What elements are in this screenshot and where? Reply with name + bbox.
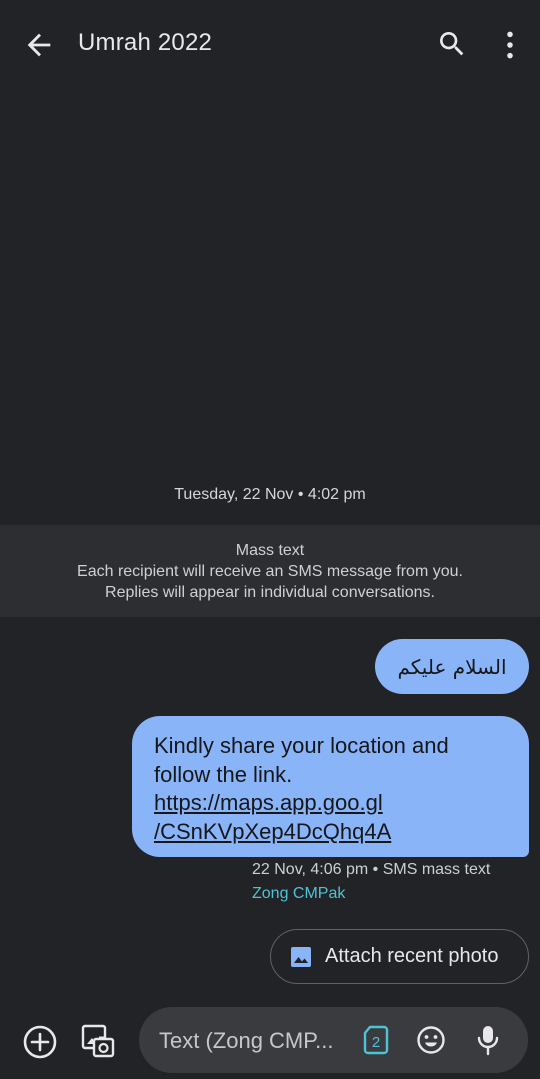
message-text: السلام علیکم bbox=[397, 654, 507, 679]
back-arrow-icon[interactable] bbox=[22, 28, 56, 62]
conversation-title: Umrah 2022 bbox=[78, 29, 213, 56]
more-options-icon[interactable] bbox=[497, 28, 523, 62]
message-text: follow the link. bbox=[154, 761, 293, 787]
mass-text-heading: Mass text bbox=[235, 542, 305, 559]
message-timestamp: 22 Nov, 4:06 pm • SMS mass text bbox=[252, 861, 491, 878]
message-bubble[interactable]: Kindly share your location and follow th… bbox=[132, 716, 529, 857]
message-input-placeholder: Text (Zong CMP... bbox=[159, 1028, 334, 1053]
attach-recent-photo-button[interactable]: Attach recent photo bbox=[270, 929, 529, 984]
add-circle-icon[interactable] bbox=[22, 1024, 58, 1060]
message-link[interactable]: /CSnKVpXep4DcQhq4A bbox=[154, 818, 509, 847]
sim-name-label: Zong CMPak bbox=[252, 885, 346, 902]
emoji-icon[interactable] bbox=[416, 1025, 446, 1055]
message-text: Kindly share your location and bbox=[154, 733, 449, 758]
image-icon bbox=[291, 946, 311, 967]
message-link[interactable]: https://maps.app.goo.gl bbox=[154, 789, 509, 818]
mass-text-line: Each recipient will receive an SMS messa… bbox=[77, 563, 463, 580]
sim-card-icon[interactable]: 2 bbox=[362, 1025, 390, 1055]
attach-label: Attach recent photo bbox=[325, 945, 499, 967]
date-separator: Tuesday, 22 Nov • 4:02 pm bbox=[174, 486, 366, 503]
gallery-icon[interactable] bbox=[80, 1023, 116, 1059]
microphone-icon[interactable] bbox=[475, 1024, 501, 1056]
message-input[interactable]: Text (Zong CMP... 2 bbox=[139, 1007, 528, 1073]
mass-text-line: Replies will appear in individual conver… bbox=[105, 584, 435, 601]
top-app-bar: Umrah 2022 bbox=[0, 0, 540, 90]
mass-text-banner: Mass text Each recipient will receive an… bbox=[0, 525, 540, 617]
sim-number: 2 bbox=[372, 1034, 380, 1051]
compose-bar: Text (Zong CMP... 2 bbox=[0, 1000, 540, 1079]
search-icon[interactable] bbox=[436, 28, 468, 60]
message-bubble[interactable]: السلام علیکم bbox=[375, 639, 529, 694]
